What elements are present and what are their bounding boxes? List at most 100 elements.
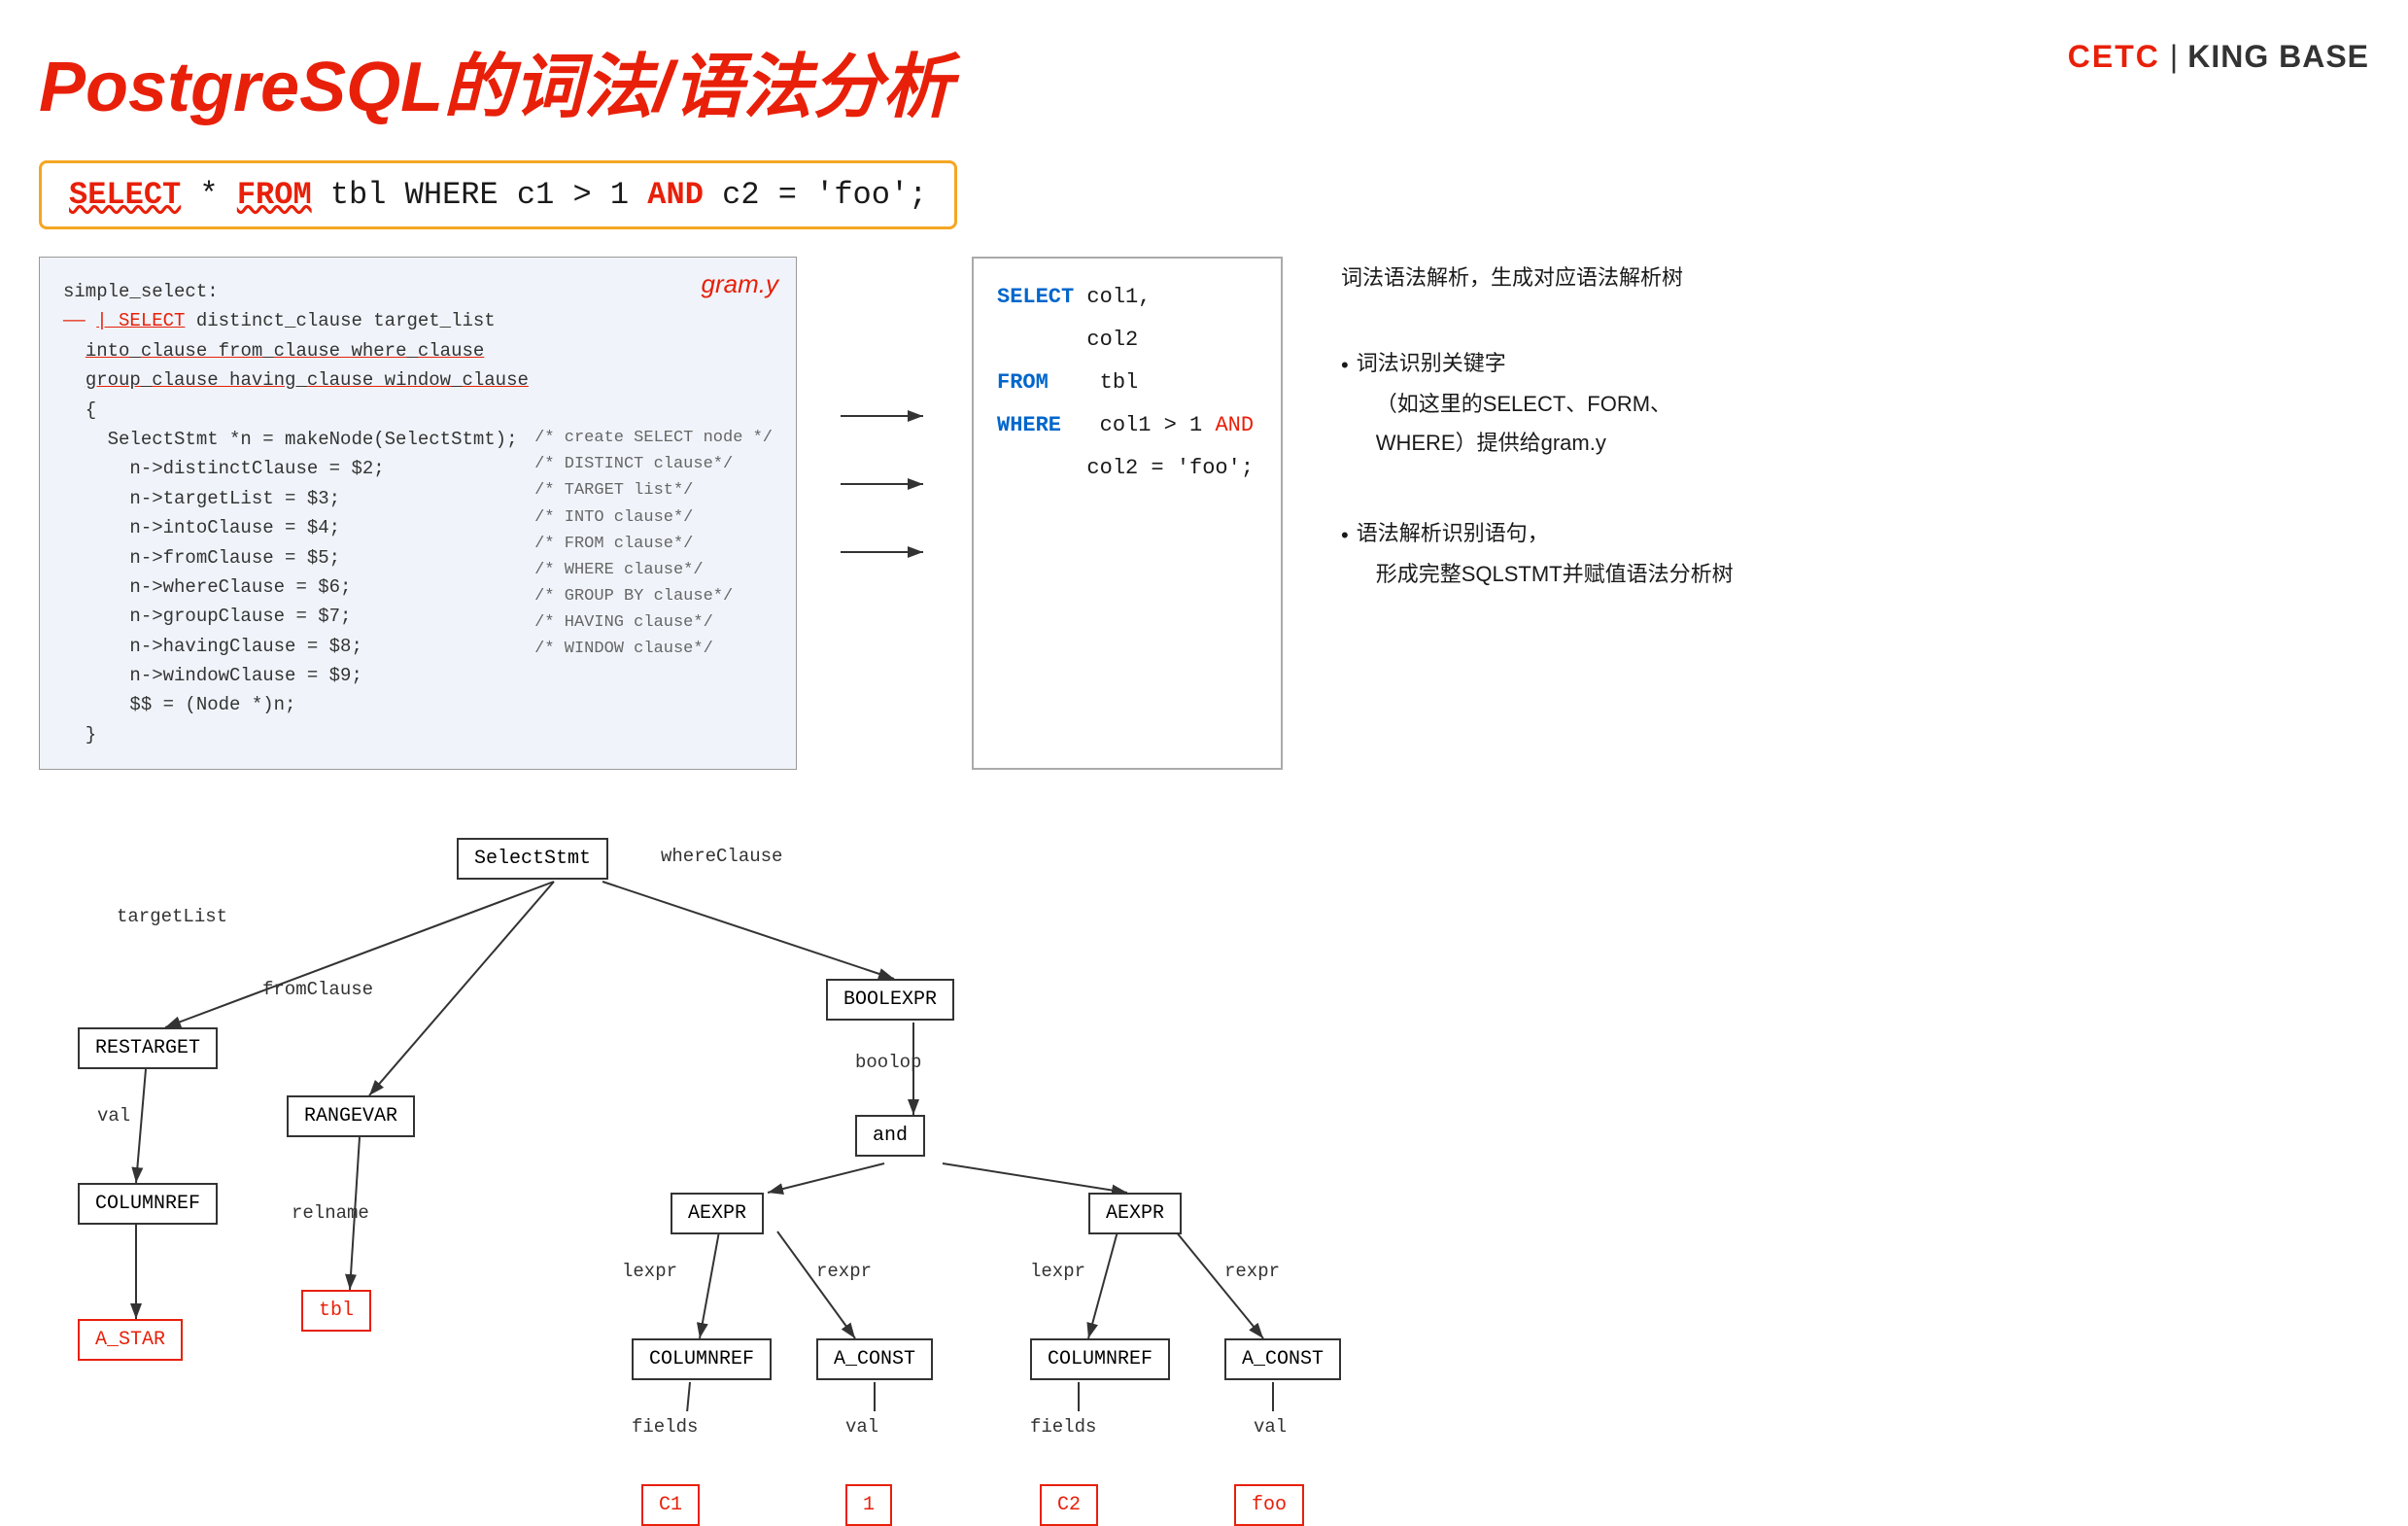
grammar-label: gram.y xyxy=(702,269,778,299)
grammar-box: gram.y simple_select: —— | SELECT distin… xyxy=(39,257,797,770)
bullet-2-main: 语法解析识别语句， xyxy=(1357,521,1549,545)
grammar-line-close: } xyxy=(63,720,773,749)
node-line-5: col2 = 'foo'; xyxy=(997,447,1257,490)
sql-and-keyword: AND xyxy=(647,177,704,213)
sql-from-keyword: FROM xyxy=(237,177,312,213)
gram-l8: n->havingClause = $8; xyxy=(63,632,517,661)
tree-node-columnref-left: COLUMNREF xyxy=(632,1338,772,1380)
tree-node-a-const-right: A_CONST xyxy=(1224,1338,1341,1380)
tree-node-c2: C2 xyxy=(1040,1484,1098,1526)
bullet-2-sub: 形成完整SQLSTMT并赋值语法分析树 xyxy=(1376,555,1734,594)
sql-table: tbl xyxy=(330,177,405,213)
grammar-code-block: SelectStmt *n = makeNode(SelectStmt); n-… xyxy=(63,425,773,720)
gram-l6: n->whereClause = $6; xyxy=(63,572,517,602)
grammar-line-5: { xyxy=(63,396,773,425)
sql-condition1: c1 > 1 xyxy=(517,177,647,213)
tree-node-a-star: A_STAR xyxy=(78,1319,183,1361)
grammar-content: simple_select: —— | SELECT distinct_clau… xyxy=(63,277,773,749)
logo-kingbase: KING BASE xyxy=(2187,39,2369,75)
node-line-3: FROM tbl xyxy=(997,362,1257,404)
tree-label-fromclause: fromClause xyxy=(262,979,373,1000)
tree-label-rexpr-right: rexpr xyxy=(1224,1261,1280,1282)
node-col2: col2 xyxy=(997,328,1138,352)
sql-code: SELECT * FROM tbl WHERE c1 > 1 AND c2 = … xyxy=(69,177,927,213)
bullet-1-main: 词法识别关键字 xyxy=(1357,351,1506,375)
bullet-2: • 语法解析识别语句， 形成完整SQLSTMT并赋值语法分析树 xyxy=(1341,512,2369,594)
tree-node-and: and xyxy=(855,1115,925,1157)
tree-label-lexpr-left: lexpr xyxy=(622,1261,677,1282)
gram-c6: /* GROUP BY clause*/ xyxy=(534,583,773,609)
gram-l10: $$ = (Node *)n; xyxy=(63,690,517,719)
header: PostgreSQL的词法/语法分析 CETC | KING BASE xyxy=(39,29,2369,131)
grammar-line-1: simple_select: xyxy=(63,277,773,306)
node-select: SELECT xyxy=(997,285,1074,309)
grammar-line-4: group_clause having_clause window_clause xyxy=(63,365,773,395)
gram-l7: n->groupClause = $7; xyxy=(63,602,517,631)
tree-label-fields-left: fields xyxy=(632,1416,698,1438)
tree-node-selectstmt: SelectStmt xyxy=(457,838,608,880)
sql-select-keyword: SELECT xyxy=(69,177,181,213)
gram-l9: n->windowClause = $9; xyxy=(63,661,517,690)
node-line-1: SELECT col1, xyxy=(997,276,1257,319)
tree-label-targetlist: targetList xyxy=(117,906,227,927)
gram-c4: /* FROM clause*/ xyxy=(534,531,773,557)
arrow-area xyxy=(836,257,933,770)
bullet-1-content: 词法识别关键字 （如这里的SELECT、FORM、WHERE）提供给gram.y xyxy=(1357,342,1671,462)
tree-label-fields-right: fields xyxy=(1030,1416,1096,1438)
tree-node-val1: 1 xyxy=(845,1484,892,1526)
logo-divider: | xyxy=(2170,39,2178,75)
sql-example-box: SELECT * FROM tbl WHERE c1 > 1 AND c2 = … xyxy=(39,160,957,229)
gram-l3: n->targetList = $3; xyxy=(63,484,517,513)
main-content: gram.y simple_select: —— | SELECT distin… xyxy=(39,257,2369,770)
tree-label-lexpr-right: lexpr xyxy=(1030,1261,1085,1282)
sql-where-keyword: WHERE xyxy=(405,177,499,213)
bullet-1-sub: （如这里的SELECT、FORM、WHERE）提供给gram.y xyxy=(1376,385,1671,462)
gram-c0: /* create SELECT node */ xyxy=(534,425,773,451)
tree-label-boolop: boolop xyxy=(855,1052,921,1073)
node-line-4: WHERE col1 > 1 AND xyxy=(997,404,1257,447)
tree-label-relname: relname xyxy=(292,1202,369,1224)
gram-c5: /* WHERE clause*/ xyxy=(534,557,773,583)
sql-node-box: SELECT col1, col2 FROM tbl WHERE col1 > … xyxy=(972,257,1283,770)
tree-node-columnref-top: COLUMNREF xyxy=(78,1183,218,1225)
node-where: WHERE xyxy=(997,413,1061,437)
tree-node-aexpr-right: AEXPR xyxy=(1088,1193,1182,1234)
sql-star: * xyxy=(199,177,236,213)
bullet-2-content: 语法解析识别语句， 形成完整SQLSTMT并赋值语法分析树 xyxy=(1357,512,1734,594)
tree-node-restarget: RESTARGET xyxy=(78,1027,218,1069)
gram-l2: n->distinctClause = $2; xyxy=(63,454,517,483)
grammar-code-left: SelectStmt *n = makeNode(SelectStmt); n-… xyxy=(63,425,517,720)
gram-c8: /* WINDOW clause*/ xyxy=(534,636,773,662)
gram-l5: n->fromClause = $5; xyxy=(63,543,517,572)
bullet-dot-1: • xyxy=(1341,344,1349,387)
tree-node-foo: foo xyxy=(1234,1484,1304,1526)
tree-node-c1: C1 xyxy=(641,1484,700,1526)
bullet-dot-2: • xyxy=(1341,514,1349,557)
node-col1: col1, xyxy=(1086,285,1151,309)
logo-cetc: CETC xyxy=(2068,39,2160,75)
right-panel: 词法语法解析，生成对应语法解析树 • 词法识别关键字 （如这里的SELECT、F… xyxy=(1322,257,2369,770)
gram-c3: /* INTO clause*/ xyxy=(534,504,773,531)
tree-node-tbl: tbl xyxy=(301,1290,371,1332)
node-from: FROM xyxy=(997,370,1049,395)
node-cond2: col2 = 'foo'; xyxy=(997,456,1254,480)
tree-node-rangevar: RANGEVAR xyxy=(287,1095,415,1137)
gram-c2: /* TARGET list*/ xyxy=(534,477,773,503)
grammar-code-comments: /* create SELECT node */ /* DISTINCT cla… xyxy=(534,425,773,720)
gram-c7: /* HAVING clause*/ xyxy=(534,609,773,636)
tree-label-val-const-right: val xyxy=(1254,1416,1287,1438)
tree-label-val-restarget: val xyxy=(97,1105,130,1127)
grammar-line-3: into_clause from_clause where_clause xyxy=(63,336,773,365)
tree-node-columnref-right: COLUMNREF xyxy=(1030,1338,1170,1380)
sql-condition2: c2 = 'foo'; xyxy=(722,177,927,213)
tree-label-whereclause: whereClause xyxy=(661,846,782,867)
gram-l1: SelectStmt *n = makeNode(SelectStmt); xyxy=(63,425,517,454)
tree-node-a-const-left: A_CONST xyxy=(816,1338,933,1380)
tree-label-rexpr-left: rexpr xyxy=(816,1261,872,1282)
bullet-1: • 词法识别关键字 （如这里的SELECT、FORM、WHERE）提供给gram… xyxy=(1341,342,2369,462)
right-intro: 词法语法解析，生成对应语法解析树 xyxy=(1341,257,2369,299)
tree-label-val-const-left: val xyxy=(845,1416,878,1438)
arrow-svg xyxy=(836,319,933,708)
grammar-line-2: —— | SELECT distinct_clause target_list xyxy=(63,306,773,335)
gram-l4: n->intoClause = $4; xyxy=(63,513,517,542)
